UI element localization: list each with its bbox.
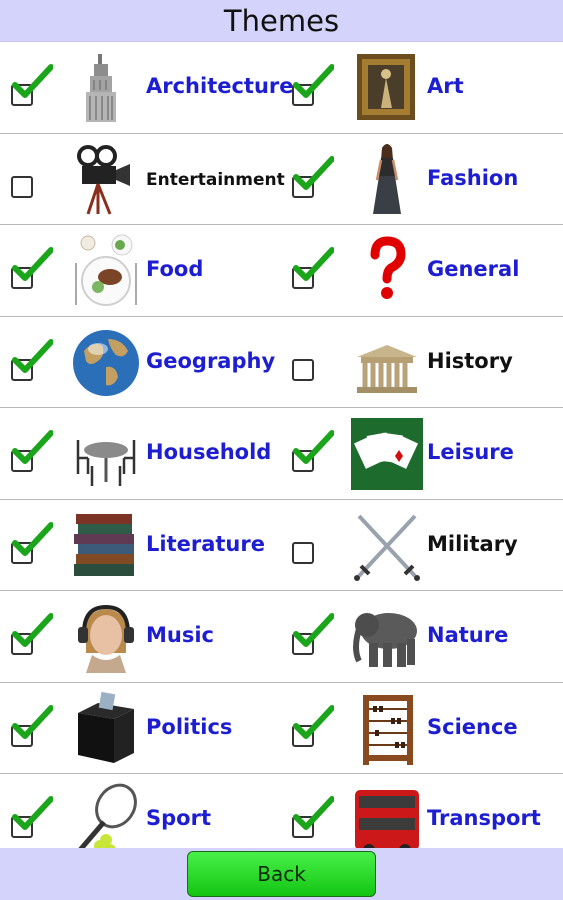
themes-grid: Architecture Art Entertainment Fashion F… (0, 42, 563, 856)
ballot-box-icon (78, 691, 134, 763)
theme-item-household[interactable]: Household (0, 408, 281, 499)
globe-icon (73, 329, 139, 396)
theme-label: Literature (146, 531, 265, 556)
theme-label: Fashion (427, 165, 519, 190)
theme-label: Leisure (427, 440, 514, 464)
tennis-racket-icon (78, 783, 137, 856)
checkmark-icon (12, 796, 53, 830)
theme-item-music[interactable]: Music (0, 591, 281, 682)
checkmark-icon (12, 64, 53, 98)
theme-item-science[interactable]: Science (281, 683, 562, 774)
theme-label: General (427, 257, 520, 281)
theme-label: Sport (146, 806, 211, 830)
theme-checkbox[interactable] (292, 358, 314, 381)
theme-row: Entertainment Fashion (0, 134, 563, 225)
books-icon (74, 513, 134, 576)
checkmark-icon (12, 521, 53, 556)
checkmark-icon (293, 430, 334, 464)
theme-item-nature[interactable]: Nature (281, 591, 562, 682)
theme-item-history[interactable]: History (281, 317, 562, 408)
checkmark-icon (293, 64, 334, 98)
elephant-icon (353, 613, 417, 667)
theme-item-general[interactable]: General (281, 225, 562, 316)
checkmark-icon (12, 704, 53, 739)
theme-label: Science (427, 714, 518, 739)
theme-label: Transport (427, 806, 541, 830)
movie-camera-icon (77, 144, 130, 215)
skyscraper-icon (86, 54, 116, 122)
checkmark-icon (293, 613, 334, 647)
question-mark-icon (370, 236, 406, 299)
theme-label: History (427, 348, 513, 373)
theme-item-architecture[interactable]: Architecture (0, 42, 294, 133)
theme-item-food[interactable]: Food (0, 225, 281, 316)
theme-item-leisure[interactable]: Leisure (281, 408, 562, 499)
theme-row: Literature Military (0, 500, 563, 591)
theme-item-entertainment[interactable]: Entertainment (0, 134, 285, 225)
theme-label: Music (146, 623, 214, 647)
theme-row: Household Leisure (0, 408, 563, 500)
theme-item-fashion[interactable]: Fashion (281, 134, 562, 225)
checkmark-icon (12, 247, 53, 281)
back-button[interactable]: Back (187, 851, 376, 897)
framed-painting-icon (357, 54, 415, 120)
theme-label: Nature (427, 623, 509, 647)
playing-cards-icon (351, 418, 423, 490)
page-title: Themes (223, 3, 340, 38)
theme-item-politics[interactable]: Politics (0, 683, 281, 774)
checkmark-icon (12, 430, 53, 464)
checkmark-icon (293, 247, 334, 281)
theme-label: Entertainment (146, 169, 285, 190)
checkmark-icon (12, 338, 53, 373)
theme-row: Music Nature (0, 591, 563, 683)
food-plate-icon (75, 234, 137, 306)
theme-checkbox[interactable] (11, 175, 33, 198)
double-decker-bus-icon (355, 790, 419, 856)
theme-label: Military (427, 531, 518, 556)
temple-icon (357, 344, 417, 393)
theme-row: Geography History (0, 317, 563, 408)
theme-label: Art (427, 74, 464, 98)
theme-label: Food (146, 257, 204, 281)
table-chairs-icon (76, 440, 136, 486)
theme-label: Politics (146, 714, 233, 739)
theme-item-art[interactable]: Art (281, 42, 562, 133)
footer-bar: Back (0, 848, 563, 900)
theme-row: Politics Science (0, 683, 563, 774)
abacus-icon (363, 694, 413, 765)
checkmark-icon (293, 155, 334, 190)
fashion-model-icon (373, 143, 401, 214)
theme-row: Food General (0, 225, 563, 317)
theme-row: Architecture Art (0, 42, 563, 134)
checkmark-icon (293, 704, 334, 739)
theme-checkbox[interactable] (292, 541, 314, 564)
theme-label: Household (146, 440, 272, 464)
headphones-girl-icon (78, 604, 134, 673)
theme-label: Geography (146, 348, 276, 373)
checkmark-icon (293, 796, 334, 830)
theme-item-literature[interactable]: Literature (0, 500, 281, 591)
checkmark-icon (12, 613, 53, 647)
theme-label: Architecture (146, 74, 294, 98)
theme-item-geography[interactable]: Geography (0, 317, 281, 408)
theme-item-military[interactable]: Military (281, 500, 562, 591)
crossed-swords-icon (354, 514, 420, 581)
header-bar: Themes (0, 0, 563, 42)
